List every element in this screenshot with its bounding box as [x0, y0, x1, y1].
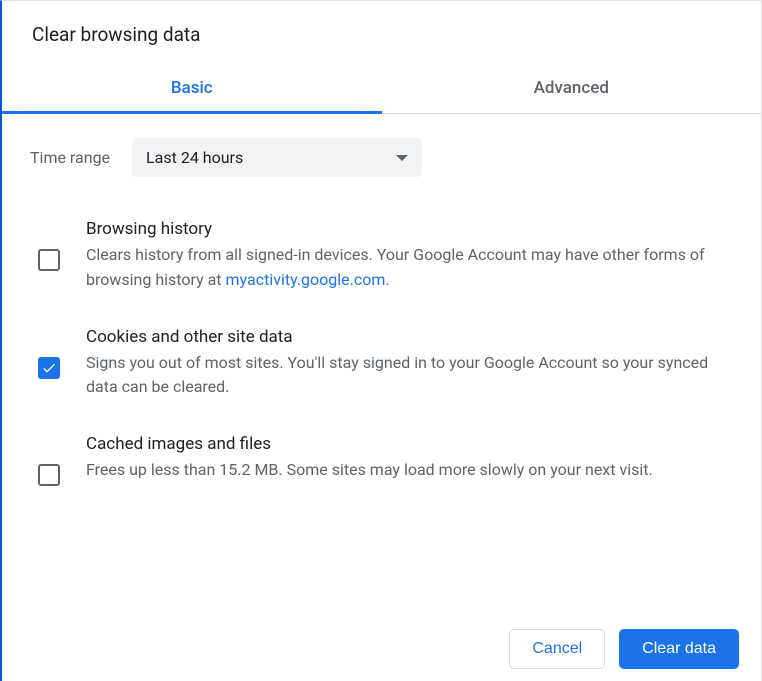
tab-advanced-label: Advanced: [534, 78, 609, 98]
option-browsing-history: Browsing history Clears history from all…: [30, 209, 733, 317]
time-range-value: Last 24 hours: [146, 148, 243, 167]
dialog-footer: Cancel Clear data: [2, 611, 761, 681]
time-range-select[interactable]: Last 24 hours: [132, 138, 422, 177]
myactivity-link[interactable]: myactivity.google.com: [226, 270, 386, 289]
option-cache: Cached images and files Frees up less th…: [30, 424, 733, 510]
option-desc: Frees up less than 15.2 MB. Some sites m…: [86, 458, 733, 483]
checkbox-browsing-history[interactable]: [38, 249, 60, 271]
checkbox-cache[interactable]: [38, 464, 60, 486]
option-desc: Signs you out of most sites. You'll stay…: [86, 351, 733, 401]
option-title: Cookies and other site data: [86, 327, 733, 347]
dialog-title: Clear browsing data: [2, 1, 761, 64]
option-desc-text: Clears history from all signed-in device…: [86, 245, 705, 289]
option-desc: Clears history from all signed-in device…: [86, 243, 733, 293]
option-body: Cached images and files Frees up less th…: [86, 434, 733, 483]
checkbox-cookies[interactable]: [38, 357, 60, 379]
tabs: Basic Advanced: [2, 64, 761, 114]
option-title: Browsing history: [86, 219, 733, 239]
clear-data-button[interactable]: Clear data: [619, 629, 739, 669]
option-body: Browsing history Clears history from all…: [86, 219, 733, 293]
option-body: Cookies and other site data Signs you ou…: [86, 327, 733, 401]
time-range-label: Time range: [30, 148, 110, 167]
tab-basic-label: Basic: [171, 78, 213, 98]
dialog-body: Time range Last 24 hours Browsing histor…: [2, 114, 761, 611]
dropdown-caret-icon: [396, 155, 408, 161]
time-range-row: Time range Last 24 hours: [30, 138, 733, 177]
option-cookies: Cookies and other site data Signs you ou…: [30, 317, 733, 425]
cancel-button[interactable]: Cancel: [509, 629, 605, 669]
clear-browsing-data-dialog: Clear browsing data Basic Advanced Time …: [2, 1, 761, 681]
option-title: Cached images and files: [86, 434, 733, 454]
tab-basic[interactable]: Basic: [2, 64, 382, 113]
checkmark-icon: [41, 360, 57, 376]
option-desc-after: .: [385, 270, 389, 289]
tab-advanced[interactable]: Advanced: [382, 64, 762, 113]
